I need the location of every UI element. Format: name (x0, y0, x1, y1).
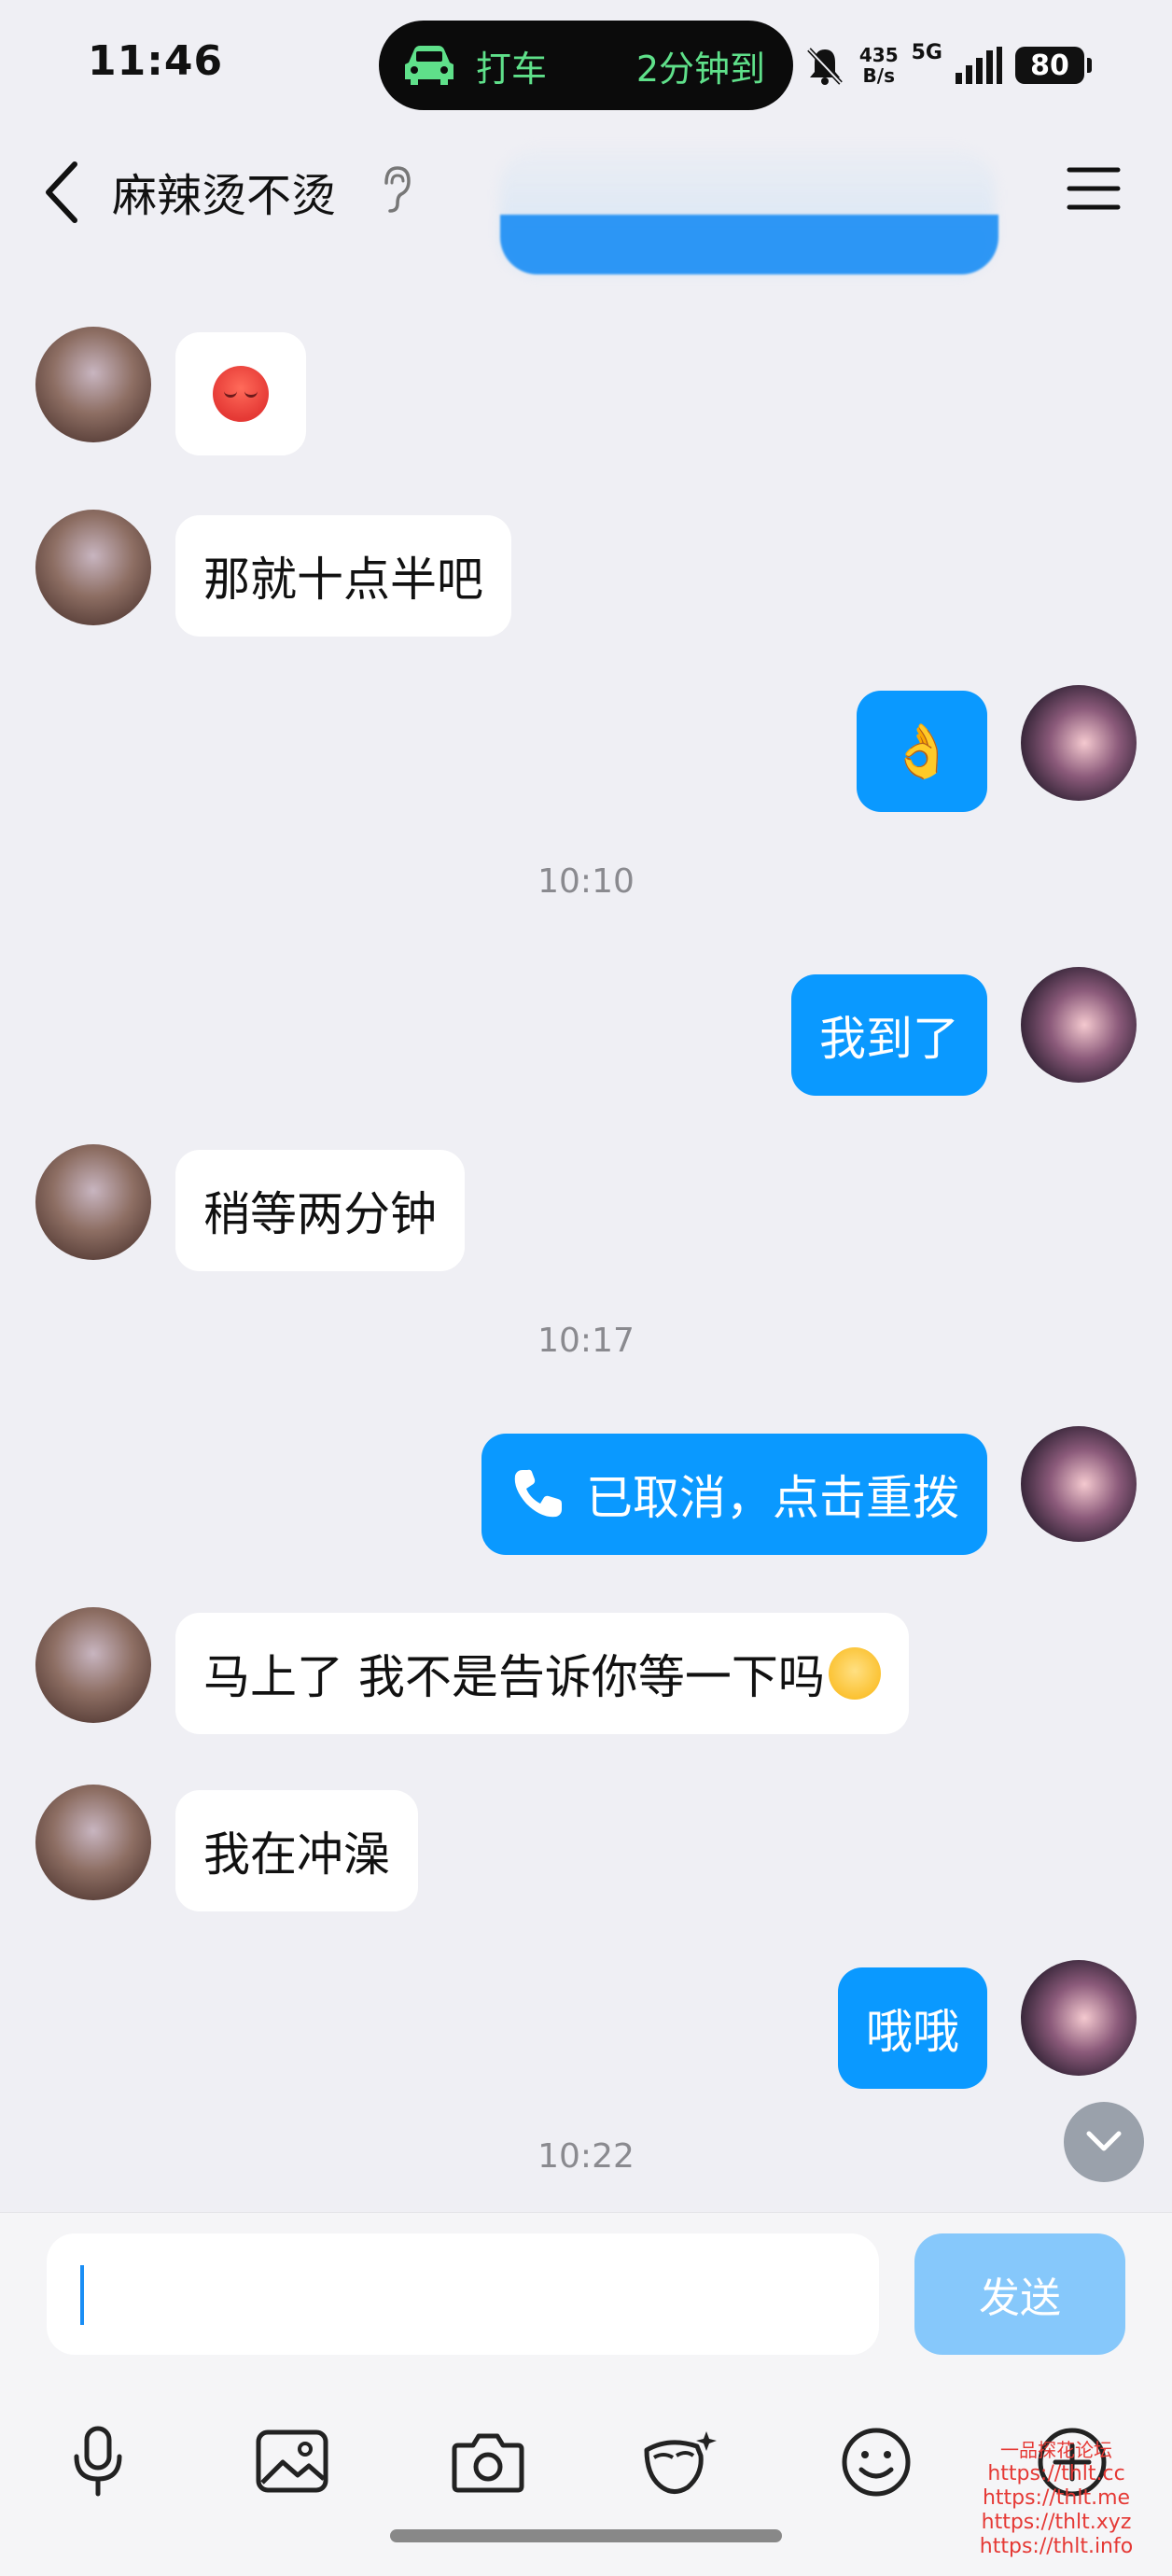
my-avatar[interactable] (1021, 685, 1137, 801)
message-row: 马上了 我不是告诉你等一下吗 (0, 1607, 1172, 1738)
pensive-face-emoji (213, 366, 269, 422)
camera-icon (452, 2433, 524, 2493)
send-button[interactable]: 发送 (914, 2233, 1125, 2355)
watermark-url: https://thlt.xyz (981, 2511, 1132, 2534)
red-packet-icon (644, 2431, 717, 2494)
message-row: 我到了 (0, 967, 1172, 1098)
message-row: 哦哦 (0, 1960, 1172, 2091)
network-speed: 435 B/s (859, 45, 899, 86)
message-bubble[interactable]: 稍等两分钟 (175, 1150, 465, 1271)
network-type: 5G (911, 40, 942, 64)
message-row: 那就十点半吧 (0, 510, 1172, 640)
back-arrow-icon[interactable] (37, 155, 93, 230)
message-bubble[interactable]: 👌 (857, 691, 987, 812)
timestamp: 10:10 (537, 862, 635, 901)
camera-button[interactable] (446, 2420, 530, 2504)
message-row: 已取消，点击重拨 (0, 1426, 1172, 1557)
network-speed-unit: B/s (862, 64, 895, 87)
menu-icon[interactable] (1064, 159, 1123, 218)
microphone-icon (74, 2426, 122, 2497)
emoji-button[interactable] (834, 2420, 918, 2504)
chat-screen: 11:46 打车 2分钟到 435 B/s 5G 80 麻辣烫不烫 那就十点半吧… (0, 0, 1172, 2576)
my-avatar[interactable] (1021, 1426, 1137, 1542)
message-input[interactable] (47, 2233, 879, 2355)
message-row: 👌 (0, 685, 1172, 816)
message-row (0, 327, 1172, 457)
message-bubble[interactable]: 马上了 我不是告诉你等一下吗 (175, 1613, 909, 1734)
message-bubble[interactable] (175, 332, 306, 455)
peer-avatar[interactable] (35, 1144, 151, 1260)
chat-header: 麻辣烫不烫 (0, 131, 1172, 274)
call-record-bubble[interactable]: 已取消，点击重拨 (481, 1434, 987, 1555)
clock: 11:46 (88, 37, 224, 85)
timestamp: 10:22 (537, 2137, 635, 2176)
message-row: 我在冲澡 (0, 1785, 1172, 1915)
message-bubble[interactable]: 我到了 (791, 974, 987, 1096)
watermark-url: https://thlt.cc (987, 2462, 1125, 2485)
call-status-text: 已取消，点击重拨 (586, 1471, 959, 1525)
message-bubble[interactable]: 那就十点半吧 (175, 515, 511, 637)
chevron-down-icon (1086, 2131, 1122, 2151)
blurred-bubble-edge (500, 215, 998, 274)
watermark: 一品探花论坛 https://thlt.cc https://thlt.me h… (963, 2438, 1150, 2559)
text-caret (80, 2265, 84, 2325)
signal-icon (956, 47, 1002, 84)
message-row: 稍等两分钟 (0, 1144, 1172, 1275)
peer-avatar[interactable] (35, 510, 151, 625)
car-icon (405, 46, 453, 85)
scroll-to-bottom-button[interactable] (1064, 2102, 1144, 2182)
ear-icon (384, 166, 411, 213)
message-bubble[interactable]: 哦哦 (838, 1967, 987, 2089)
photo-button[interactable] (250, 2420, 334, 2504)
ride-eta: 2分钟到 (635, 48, 765, 90)
peer-avatar[interactable] (35, 1607, 151, 1723)
chat-title[interactable]: 麻辣烫不烫 (112, 159, 336, 224)
message-text: 马上了 我不是告诉你等一下吗 (203, 1650, 825, 1704)
peer-avatar[interactable] (35, 1785, 151, 1900)
home-indicator[interactable] (390, 2529, 782, 2542)
ok-hand-emoji: 👌 (889, 721, 955, 782)
battery-indicator: 80 (1015, 47, 1092, 84)
my-avatar[interactable] (1021, 967, 1137, 1083)
peer-avatar[interactable] (35, 327, 151, 442)
phone-icon (514, 1469, 562, 1518)
voice-button[interactable] (56, 2420, 140, 2504)
status-bar: 11:46 打车 2分钟到 435 B/s 5G 80 (0, 0, 1172, 131)
laughing-face-emoji (828, 1647, 881, 1700)
timestamp: 10:17 (537, 1322, 635, 1360)
watermark-url: https://thlt.info (979, 2535, 1134, 2558)
my-avatar[interactable] (1021, 1960, 1137, 2076)
emoji-icon (842, 2428, 911, 2497)
ride-label: 打车 (476, 48, 548, 90)
message-bubble[interactable]: 我在冲澡 (175, 1790, 418, 1911)
image-icon (256, 2429, 328, 2493)
watermark-title: 一品探花论坛 (1000, 2439, 1112, 2461)
watermark-url: https://thlt.me (982, 2486, 1131, 2510)
bell-muted-icon (807, 48, 843, 85)
system-icons: 435 B/s 5G 80 (803, 37, 1092, 93)
network-speed-value: 435 (858, 44, 899, 66)
ride-live-activity[interactable]: 打车 2分钟到 (379, 21, 793, 110)
red-packet-button[interactable] (638, 2420, 722, 2504)
